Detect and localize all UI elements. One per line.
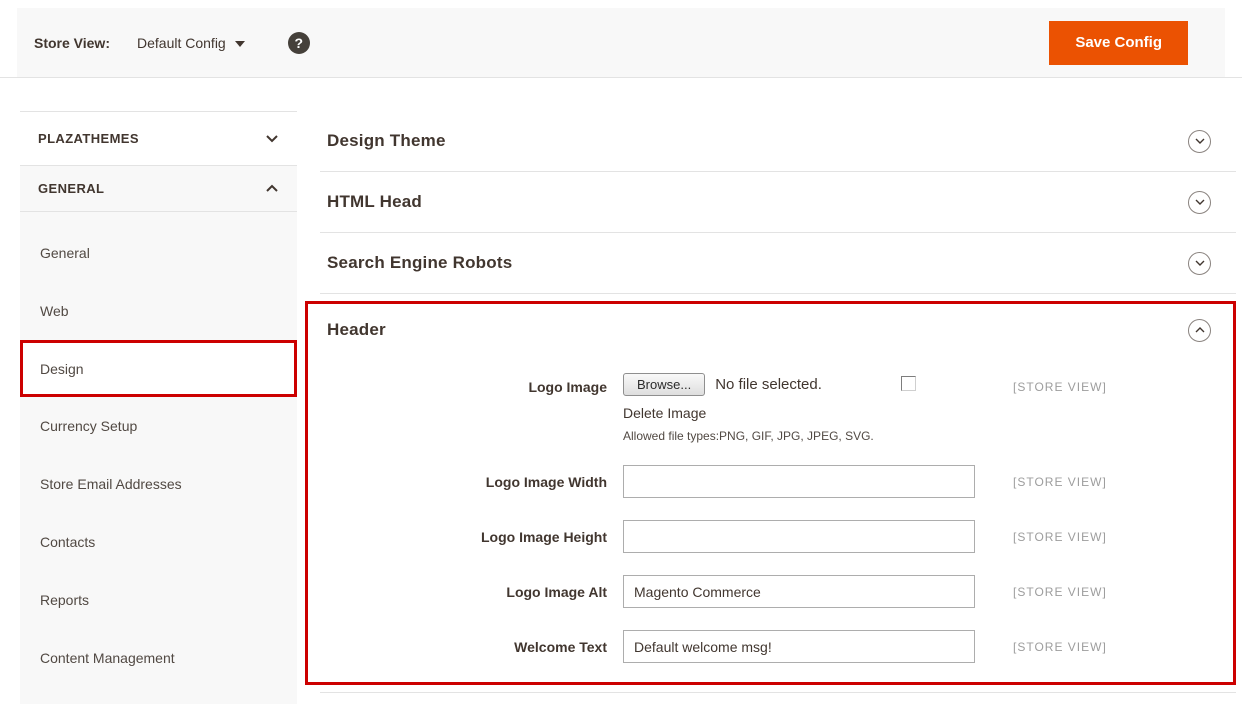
scope-badge: [STORE VIEW] bbox=[1013, 575, 1107, 599]
sidebar-item-label: Contacts bbox=[40, 534, 95, 550]
chevron-down-icon bbox=[265, 134, 279, 143]
sidebar-item-content-management[interactable]: Content Management bbox=[20, 629, 297, 687]
sidebar-section-label: PLAZATHEMES bbox=[38, 131, 139, 146]
welcome-text-label: Welcome Text bbox=[320, 630, 607, 655]
sidebar-item-label: Store Email Addresses bbox=[40, 476, 182, 492]
section-design-theme[interactable]: Design Theme bbox=[320, 111, 1236, 172]
logo-image-field: Browse... No file selected. Delete Image… bbox=[623, 370, 975, 443]
logo-image-height-field bbox=[623, 520, 975, 553]
section-title: Design Theme bbox=[327, 131, 446, 151]
welcome-text-input[interactable] bbox=[623, 630, 975, 663]
toolbar-wrapper: Store View: Default Config ? Save Config bbox=[0, 0, 1242, 78]
chevron-up-icon bbox=[265, 184, 279, 193]
chevron-down-circle-icon[interactable] bbox=[1188, 191, 1211, 214]
sidebar-item-currency-setup[interactable]: Currency Setup bbox=[20, 397, 297, 455]
config-sidebar: PLAZATHEMES GENERAL General Web bbox=[20, 111, 297, 704]
section-header[interactable]: Header bbox=[308, 304, 1233, 356]
sidebar-item-label: Reports bbox=[40, 592, 89, 608]
sidebar-section-plazathemes[interactable]: PLAZATHEMES bbox=[20, 112, 297, 166]
logo-image-alt-label: Logo Image Alt bbox=[320, 575, 607, 600]
sidebar-section-general[interactable]: GENERAL bbox=[20, 166, 297, 212]
sidebar-nav-items: General Web Design Currency Setup Store … bbox=[20, 212, 297, 687]
logo-image-width-input[interactable] bbox=[623, 465, 975, 498]
store-view-label: Store View: bbox=[34, 35, 110, 51]
chevron-up-circle-icon[interactable] bbox=[1188, 319, 1211, 342]
scope-badge: [STORE VIEW] bbox=[1013, 465, 1107, 489]
sidebar-item-contacts[interactable]: Contacts bbox=[20, 513, 297, 571]
allowed-file-types-note: Allowed file types:PNG, GIF, JPG, JPEG, … bbox=[623, 429, 975, 443]
logo-image-alt-input[interactable] bbox=[623, 575, 975, 608]
form-row-welcome-text: Welcome Text [STORE VIEW] bbox=[320, 630, 1233, 663]
form-row-logo-image-height: Logo Image Height [STORE VIEW] bbox=[320, 520, 1233, 553]
browse-button[interactable]: Browse... bbox=[623, 373, 705, 396]
save-config-button[interactable]: Save Config bbox=[1049, 21, 1188, 65]
next-section-divider bbox=[320, 692, 1236, 693]
scope-badge: [STORE VIEW] bbox=[1013, 370, 1107, 394]
logo-image-height-label: Logo Image Height bbox=[320, 520, 607, 545]
header-form: Logo Image Browse... No file selected. D… bbox=[308, 356, 1233, 682]
section-title: Header bbox=[327, 320, 386, 340]
config-main: Design Theme HTML Head Search Engine Rob… bbox=[320, 111, 1236, 693]
caret-down-icon bbox=[235, 41, 245, 47]
sidebar-item-general[interactable]: General bbox=[20, 224, 297, 282]
section-html-head[interactable]: HTML Head bbox=[320, 172, 1236, 233]
logo-image-label: Logo Image bbox=[320, 370, 607, 395]
chevron-down-circle-icon[interactable] bbox=[1188, 130, 1211, 153]
sidebar-item-label: Web bbox=[40, 303, 69, 319]
file-input-line: Browse... No file selected. bbox=[623, 370, 975, 396]
sidebar-item-label: Content Management bbox=[40, 650, 175, 666]
toolbar: Store View: Default Config ? Save Config bbox=[17, 8, 1225, 77]
store-view-value: Default Config bbox=[137, 35, 226, 51]
store-view-switcher[interactable]: Default Config bbox=[137, 35, 245, 51]
section-search-engine-robots[interactable]: Search Engine Robots bbox=[320, 233, 1236, 294]
sidebar-item-design[interactable]: Design bbox=[20, 340, 297, 397]
logo-image-width-field bbox=[623, 465, 975, 498]
help-icon[interactable]: ? bbox=[288, 32, 310, 54]
sidebar-item-reports[interactable]: Reports bbox=[20, 571, 297, 629]
delete-image-checkbox[interactable] bbox=[901, 376, 916, 391]
logo-image-height-input[interactable] bbox=[623, 520, 975, 553]
sidebar-item-web[interactable]: Web bbox=[20, 282, 297, 340]
sidebar-item-label: General bbox=[40, 245, 90, 261]
form-row-logo-image-alt: Logo Image Alt [STORE VIEW] bbox=[320, 575, 1233, 608]
section-title: Search Engine Robots bbox=[327, 253, 512, 273]
sidebar-section-label: GENERAL bbox=[38, 181, 104, 196]
scope-badge: [STORE VIEW] bbox=[1013, 630, 1107, 654]
logo-image-alt-field bbox=[623, 575, 975, 608]
delete-image-label: Delete Image bbox=[623, 405, 975, 421]
page-layout: PLAZATHEMES GENERAL General Web bbox=[0, 111, 1242, 704]
sidebar-item-label: Design bbox=[40, 361, 84, 377]
scope-badge: [STORE VIEW] bbox=[1013, 520, 1107, 544]
logo-image-width-label: Logo Image Width bbox=[320, 465, 607, 490]
sidebar-item-label: Currency Setup bbox=[40, 418, 137, 434]
section-title: HTML Head bbox=[327, 192, 422, 212]
form-row-logo-image-width: Logo Image Width [STORE VIEW] bbox=[320, 465, 1233, 498]
sidebar-item-store-email-addresses[interactable]: Store Email Addresses bbox=[20, 455, 297, 513]
welcome-text-field bbox=[623, 630, 975, 663]
chevron-down-circle-icon[interactable] bbox=[1188, 252, 1211, 275]
header-section-annotation-box: Header Logo Image Browse... No file sele… bbox=[305, 301, 1236, 685]
file-status-text: No file selected. bbox=[715, 376, 822, 393]
form-row-logo-image: Logo Image Browse... No file selected. D… bbox=[320, 370, 1233, 443]
